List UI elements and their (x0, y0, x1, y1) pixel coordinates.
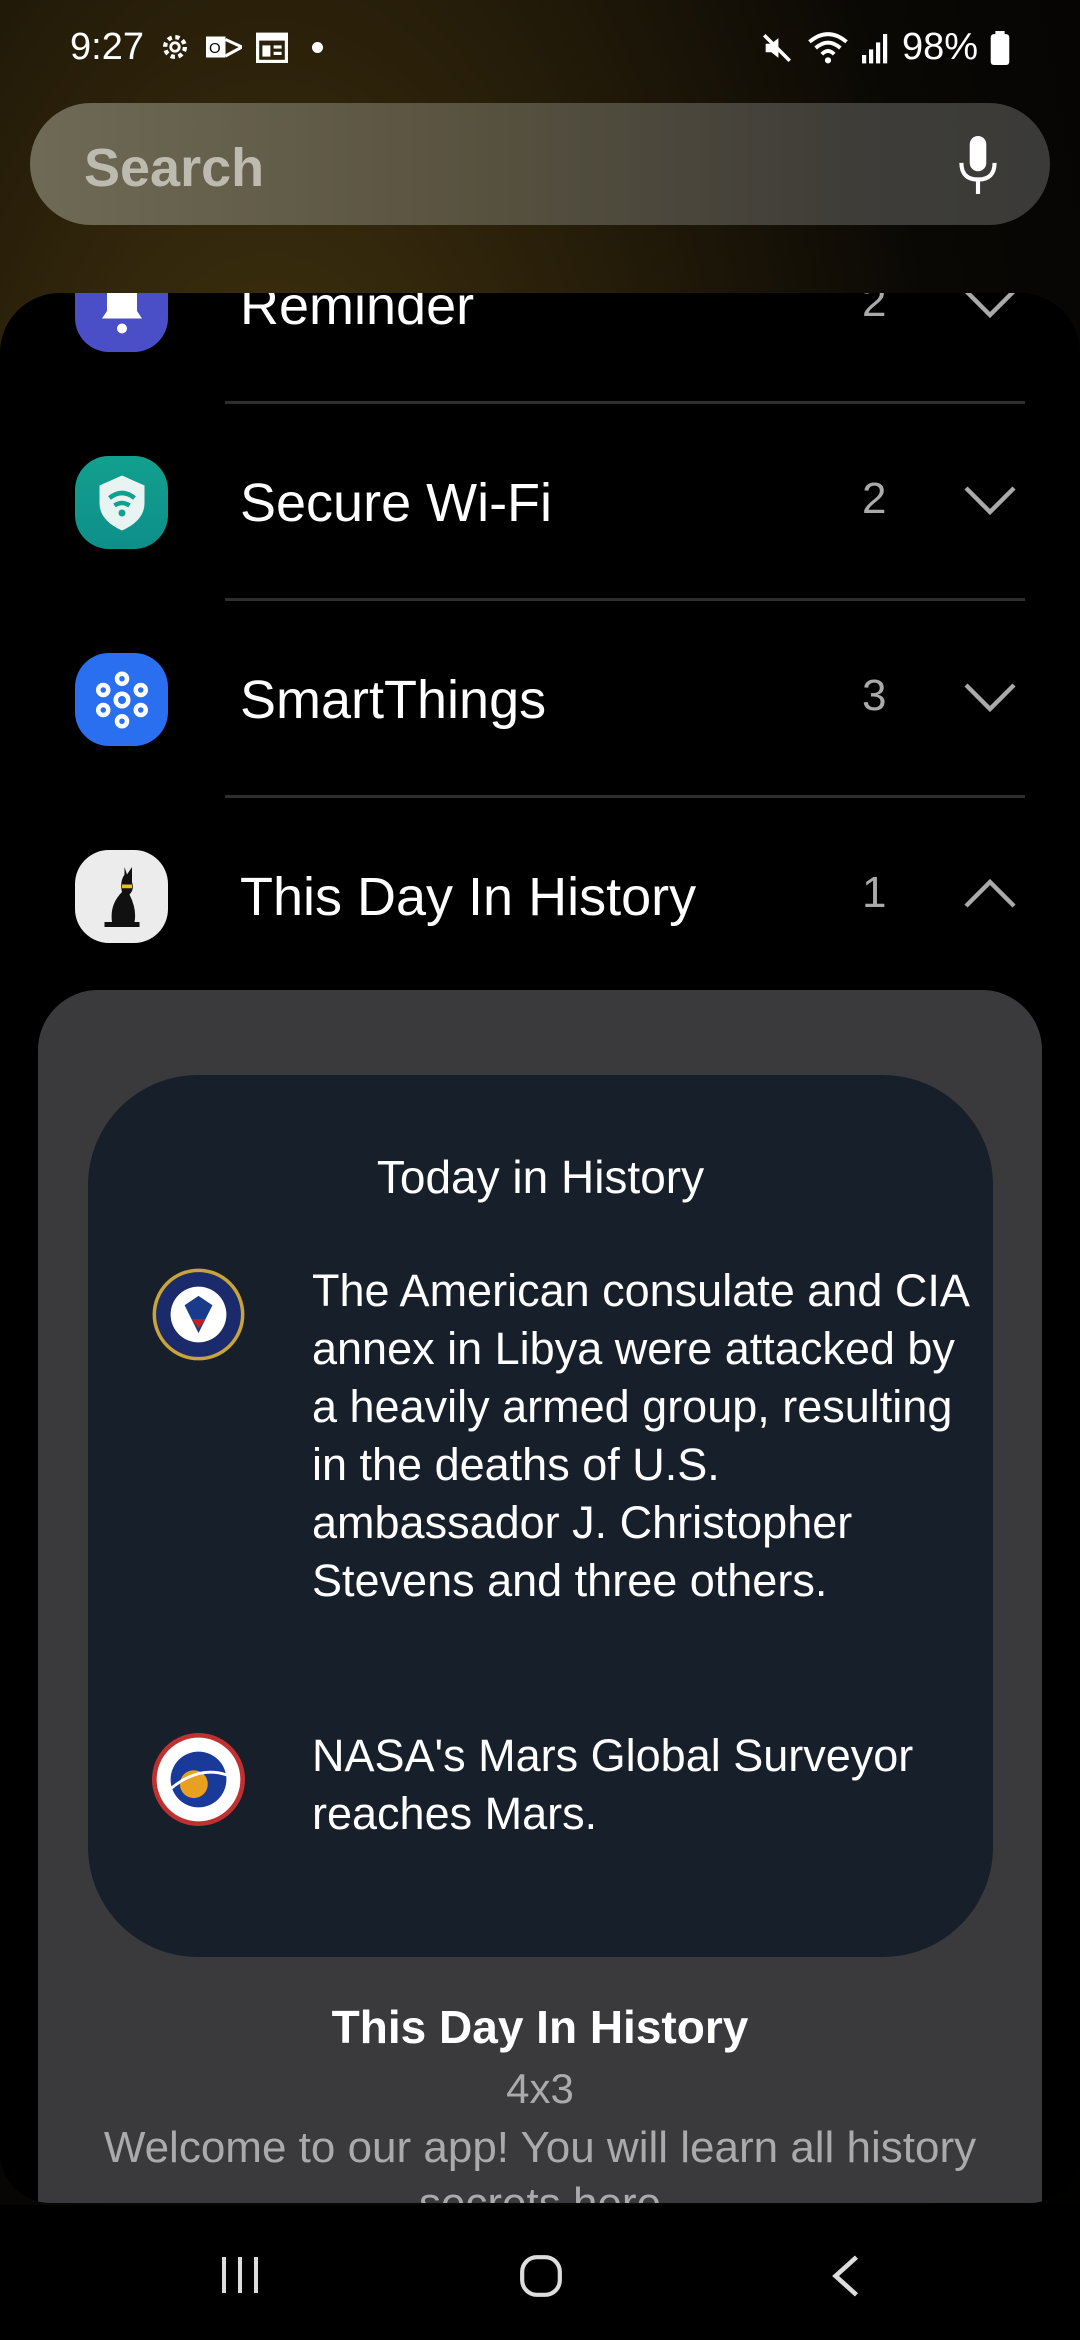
home-icon[interactable] (518, 2253, 564, 2299)
app-name: Reminder (240, 293, 475, 336)
microphone-icon[interactable] (956, 136, 1000, 194)
widget-title: Today in History (376, 1151, 705, 1203)
clock: 9:27 (70, 26, 144, 68)
app-name: SmartThings (240, 670, 547, 730)
today-in-history-widget: Today in History The American consulate … (88, 1075, 993, 1957)
reminder-bell-icon (75, 293, 168, 352)
nasa-seal-icon (152, 1733, 245, 1826)
search-bar[interactable]: Search (30, 103, 1050, 225)
widget-name: This Day In History (331, 2001, 749, 2053)
app-name: Secure Wi-Fi (240, 473, 553, 533)
notification-settings-panel: Reminder 2 Secure Wi-Fi 2 SmartThings 3 … (0, 293, 1080, 2203)
status-bar: 9:27 O 98% (0, 0, 1080, 95)
outlook-icon: O (206, 36, 242, 58)
mute-icon (762, 33, 791, 62)
settings-icon (162, 34, 188, 60)
cia-seal-icon (152, 1268, 245, 1361)
widget-description: Welcome to our app! You will learn all h… (103, 2123, 977, 2203)
app-row-secure-wifi[interactable]: Secure Wi-Fi 2 (0, 404, 1080, 600)
svg-text:O: O (209, 40, 221, 57)
battery-percent: 98% (901, 26, 978, 68)
app-row-this-day-in-history[interactable]: This Day In History 1 (0, 798, 1080, 994)
smartthings-hub-icon (75, 653, 168, 746)
search-placeholder: Search (84, 138, 265, 198)
chevron-down-icon[interactable] (962, 482, 1018, 518)
app-row-reminder[interactable]: Reminder 2 (0, 293, 1080, 403)
notification-dot-icon (312, 41, 323, 53)
notification-count: 2 (862, 293, 887, 326)
chevron-up-icon[interactable] (962, 876, 1018, 912)
signal-icon (861, 33, 888, 63)
notification-count: 3 (862, 671, 887, 720)
history-event: NASA's Mars Global Surveyor reaches Mars… (312, 1730, 914, 1839)
chevron-down-icon[interactable] (962, 293, 1018, 321)
secure-wifi-shield-icon (75, 456, 168, 549)
history-event: The American consulate and CIA annex in … (312, 1265, 968, 1606)
chevron-down-icon[interactable] (962, 679, 1018, 715)
widget-preview[interactable]: Today in History The American consulate … (38, 990, 1042, 2203)
app-row-smartthings[interactable]: SmartThings 3 (0, 601, 1080, 797)
cat-statue-icon (75, 850, 168, 943)
notification-count: 1 (862, 868, 887, 917)
recent-apps-icon[interactable] (218, 2255, 262, 2295)
app-name: This Day In History (240, 867, 697, 927)
widget-size: 4x3 (506, 2065, 574, 2112)
notification-count: 2 (862, 474, 887, 523)
navigation-bar (0, 2205, 1080, 2340)
battery-icon (990, 30, 1010, 65)
calendar-icon (256, 32, 288, 63)
wifi-icon (808, 31, 848, 63)
back-icon[interactable] (828, 2253, 864, 2299)
